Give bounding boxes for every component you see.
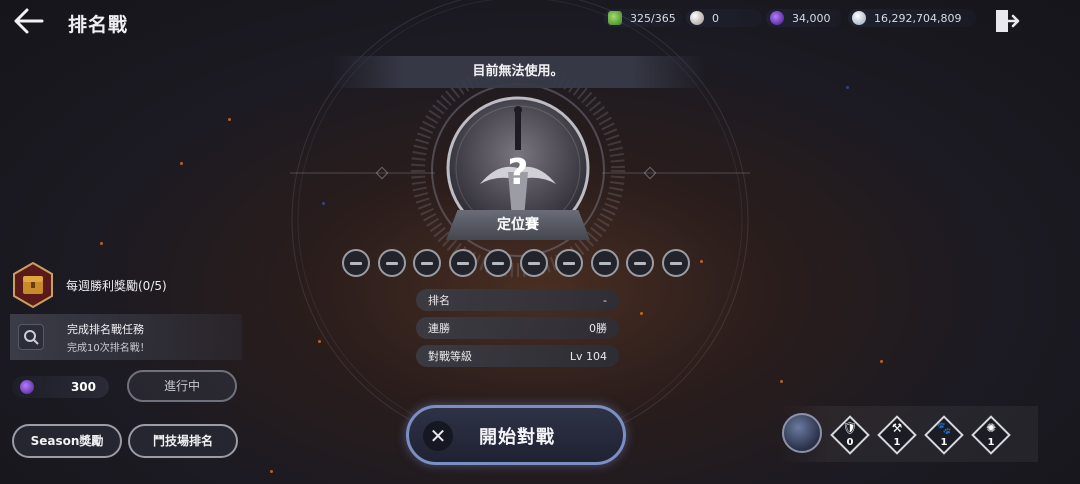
skill-hammer[interactable]: ⚒ 1 <box>877 415 917 455</box>
unavailable-notice: 目前無法使用。 <box>330 56 706 88</box>
match-slot <box>519 249 548 277</box>
dash-icon <box>563 261 575 265</box>
dash-icon <box>492 261 504 265</box>
ember-particle <box>780 380 783 383</box>
sun-icon: ✺ <box>985 421 997 435</box>
stat-label: 排名 <box>428 294 450 307</box>
dash-icon <box>350 261 362 265</box>
dash-icon <box>669 261 682 265</box>
dash-icon <box>421 261 433 265</box>
ember-particle <box>100 242 103 245</box>
purple-crystal-value: 34,000 <box>792 11 831 25</box>
skill-count: 1 <box>940 437 948 448</box>
match-slot <box>590 249 619 277</box>
mission-description: 完成10次排名戰！ <box>67 343 150 354</box>
paw-icon: 🐾 <box>936 421 952 435</box>
weekly-reward-title: 每週勝利獎勵(0/5) <box>66 279 167 293</box>
purple-crystal-counter: 34,000 <box>766 9 842 27</box>
shield-icon: 🛡 <box>842 421 858 435</box>
ember-particle <box>846 86 849 89</box>
dash-icon <box>634 261 646 265</box>
match-slot <box>626 249 654 277</box>
skill-count: 1 <box>987 437 995 448</box>
silver-counter: 16,292,704,809 <box>848 9 976 27</box>
stat-win-streak-row: 連勝 0勝 <box>416 317 619 339</box>
start-battle-label: 開始對戰 <box>479 427 555 448</box>
stat-value: Lv 104 <box>569 349 607 363</box>
silver-value: 16,292,704,809 <box>874 11 962 25</box>
reward-value: 300 <box>70 380 96 394</box>
dash-icon <box>527 261 540 265</box>
purple-crystal-icon <box>770 11 784 25</box>
silver-coin-icon <box>852 11 866 25</box>
purple-crystal-icon <box>20 380 34 394</box>
stat-rank-row: 排名 - <box>416 289 619 311</box>
match-slot <box>342 249 370 277</box>
skill-paw[interactable]: 🐾 1 <box>924 415 964 455</box>
stat-value: - <box>603 293 607 307</box>
exit-door-icon[interactable] <box>994 8 1020 34</box>
mission-title: 完成排名戰任務 <box>67 323 144 336</box>
core-gem-icon[interactable] <box>782 413 822 453</box>
skill-count: 0 <box>846 437 854 448</box>
question-mark-icon: ? <box>508 152 529 193</box>
stat-value: 0勝 <box>589 322 607 335</box>
ember-particle <box>880 360 883 363</box>
skill-shield[interactable]: 🛡 0 <box>830 415 870 455</box>
in-progress-button[interactable]: 進行中 <box>127 370 237 402</box>
match-slot <box>555 249 583 277</box>
dash-icon <box>456 261 469 265</box>
dash-icon <box>598 261 611 265</box>
arena-ranking-button[interactable]: 鬥技場排名 <box>128 424 238 458</box>
ember-particle <box>228 118 231 121</box>
match-slot <box>377 249 406 277</box>
ember-particle <box>180 162 183 165</box>
placement-match-slots <box>342 249 690 277</box>
hammer-icon: ⚒ <box>891 421 903 435</box>
stat-label: 連勝 <box>428 322 450 335</box>
treasure-chest-icon <box>13 262 53 308</box>
match-slot <box>448 249 477 277</box>
page-title: 排名戰 <box>68 14 129 36</box>
cross-icon: ✕ <box>423 421 453 451</box>
search-icon <box>18 324 44 350</box>
stat-label: 對戰等級 <box>428 350 472 363</box>
match-slot <box>484 249 512 277</box>
match-slot <box>661 249 690 277</box>
placement-rank-banner: 定位賽 <box>446 210 590 240</box>
back-arrow-icon[interactable] <box>14 8 44 34</box>
season-reward-button[interactable]: Season獎勵 <box>12 424 122 458</box>
ember-particle <box>270 470 273 473</box>
dash-icon <box>385 261 398 265</box>
match-slot <box>413 249 441 277</box>
skill-sun[interactable]: ✺ 1 <box>971 415 1011 455</box>
skill-count: 1 <box>893 437 901 448</box>
stat-battle-level-row: 對戰等級 Lv 104 <box>416 345 619 367</box>
start-battle-button[interactable]: ✕ 開始對戰 <box>406 405 626 465</box>
